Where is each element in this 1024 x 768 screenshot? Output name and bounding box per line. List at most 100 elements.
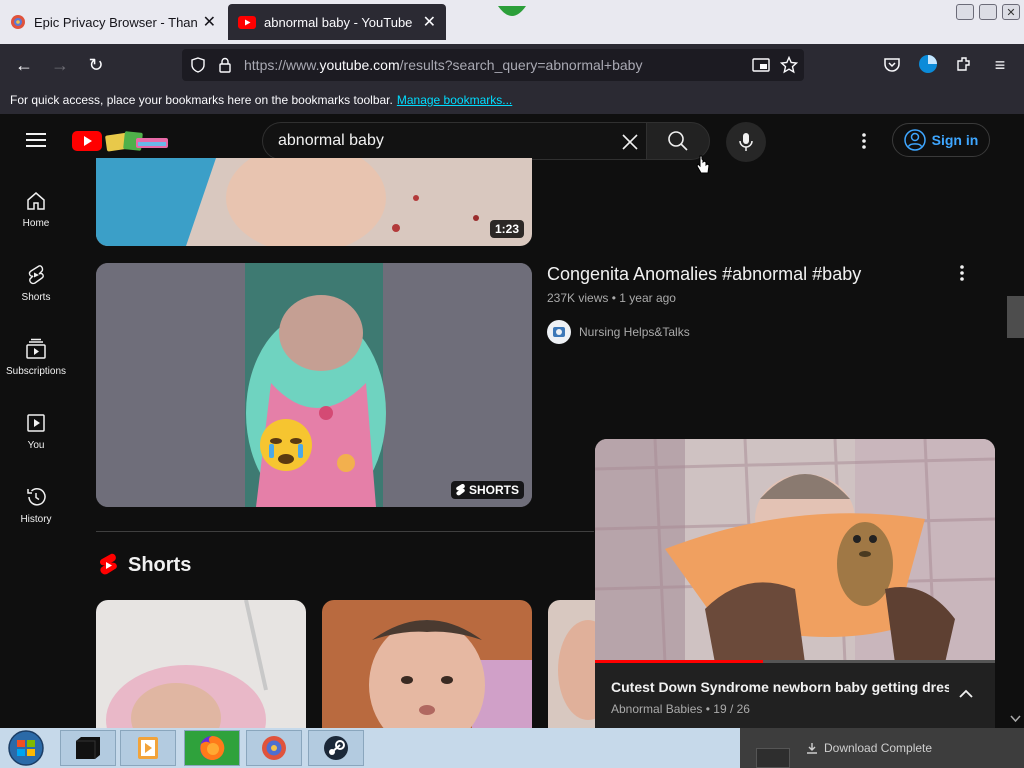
tab-epic-privacy[interactable]: Epic Privacy Browser - Thank Yo ✕ [0, 4, 226, 40]
more-options-icon[interactable] [862, 133, 866, 149]
thumbnail-image [96, 263, 532, 507]
sign-in-button[interactable]: Sign in [892, 123, 990, 157]
chevron-up-icon[interactable] [959, 689, 973, 699]
shield-icon[interactable] [190, 57, 206, 73]
channel-name: Nursing Helps&Talks [579, 325, 690, 339]
browser-toolbar: ← → ↻ https://www.youtube.com/results?se… [0, 44, 1024, 86]
home-icon [27, 192, 45, 210]
sidebar-item-label: History [20, 514, 52, 525]
star-icon[interactable] [780, 56, 798, 74]
shorts-badge: SHORTS [450, 481, 524, 499]
tab-youtube[interactable]: abnormal baby - YouTube ✕ [228, 4, 446, 40]
sidebar-item-shorts[interactable]: Shorts [0, 264, 72, 303]
thumbnail-image [96, 600, 306, 728]
avatar [547, 320, 571, 344]
thumbnail-image [96, 158, 532, 246]
sidebar-item-label: Shorts [21, 292, 51, 303]
steam-icon [324, 736, 348, 760]
shorts-icon [28, 265, 44, 285]
mouse-cursor-icon [696, 155, 710, 174]
thumbnail-image [548, 600, 595, 728]
firefox-icon [200, 735, 225, 760]
shorts-logo-icon [99, 553, 117, 575]
video-meta: 237K views • 1 year ago [547, 291, 676, 305]
taskbar-app-epic-browser[interactable] [246, 730, 302, 766]
hamburger-icon[interactable] [26, 132, 46, 148]
taskbar-app-terminal[interactable] [60, 730, 116, 766]
youtube-logo[interactable] [72, 128, 172, 154]
history-icon [27, 488, 46, 506]
user-circle-icon [903, 129, 926, 151]
video-title[interactable]: Congenita Anomalies #abnormal #baby [547, 264, 861, 285]
pocket-icon[interactable] [883, 56, 901, 74]
mini-player-title[interactable]: Cutest Down Syndrome newborn baby gettin… [611, 679, 949, 695]
taskbar-app-steam[interactable] [308, 730, 364, 766]
short-thumbnail[interactable] [548, 600, 595, 728]
bookmarks-toolbar: For quick access, place your bookmarks h… [0, 86, 1024, 114]
mini-player-progress[interactable] [595, 660, 995, 663]
shorts-badge-label: SHORTS [468, 483, 519, 497]
video-more-options-icon[interactable] [960, 265, 964, 281]
thumbnail-image [322, 600, 532, 728]
shorts-icon [456, 484, 465, 496]
subscriptions-icon [26, 338, 46, 359]
video-thumbnail[interactable]: 1:23 [96, 158, 532, 246]
reload-icon[interactable]: ↻ [81, 44, 111, 86]
page-scrollbar[interactable] [1007, 170, 1024, 728]
menu-icon[interactable]: ≡ [985, 44, 1015, 86]
sidebar-item-history[interactable]: History [0, 486, 72, 525]
mini-player-position: 19 / 26 [713, 702, 750, 716]
close-window-button[interactable]: ✕ [1002, 4, 1020, 20]
epic-browser-icon [262, 736, 286, 760]
mini-player-channel: Abnormal Babies [611, 702, 703, 716]
clear-search-icon[interactable] [621, 133, 639, 151]
forward-arrow-icon[interactable]: → [45, 44, 75, 86]
sidebar-item-you[interactable]: You [0, 412, 72, 451]
sidebar-item-subscriptions[interactable]: Subscriptions [0, 338, 72, 377]
microphone-icon [739, 133, 753, 151]
youtube-icon [238, 15, 256, 29]
shorts-section-heading: Shorts [98, 553, 191, 577]
channel-link[interactable]: Nursing Helps&Talks [547, 320, 690, 344]
search-icon [668, 131, 688, 151]
mini-player-video[interactable] [595, 439, 995, 663]
shorts-heading-text: Shorts [128, 553, 192, 576]
start-button[interactable] [6, 730, 46, 766]
search-input[interactable]: abnormal baby [262, 122, 646, 160]
tab-title: abnormal baby - YouTube [264, 14, 413, 30]
extensions-icon[interactable] [955, 55, 973, 73]
download-status: Download Complete [824, 741, 933, 755]
search-value: abnormal baby [278, 132, 384, 149]
close-icon[interactable]: ✕ [423, 12, 436, 32]
terminal-icon [76, 737, 100, 759]
tab-title: Epic Privacy Browser - Thank Yo [34, 14, 197, 30]
back-arrow-icon[interactable]: ← [9, 44, 39, 86]
mini-player[interactable]: Cutest Down Syndrome newborn baby gettin… [595, 439, 995, 728]
sign-in-label: Sign in [931, 132, 979, 148]
taskbar-app-firefox[interactable] [184, 730, 240, 766]
sidebar-item-label: You [27, 440, 45, 451]
scrollbar-thumb[interactable] [1007, 296, 1024, 338]
video-thumbnail[interactable]: SHORTS [96, 263, 532, 507]
upload-age: 1 year ago [619, 291, 676, 305]
url-bar[interactable]: https://www.youtube.com/results?search_q… [182, 49, 804, 81]
lock-icon[interactable] [218, 57, 232, 73]
maximize-button[interactable] [979, 4, 997, 20]
taskbar-app-media-player[interactable] [120, 730, 176, 766]
short-thumbnail[interactable] [96, 600, 306, 728]
scroll-down-arrow-icon[interactable] [1010, 715, 1021, 723]
sidebar-item-home[interactable]: Home [0, 190, 72, 229]
extension-badge-icon [498, 6, 526, 16]
manage-bookmarks-link[interactable]: Manage bookmarks... [397, 93, 512, 107]
browser-tab-bar: Epic Privacy Browser - Thank Yo ✕ abnorm… [0, 0, 1024, 44]
voice-search-button[interactable] [726, 122, 766, 162]
mini-player-progress-fill [595, 660, 763, 663]
sidebar-item-label: Subscriptions [5, 366, 67, 377]
picture-in-picture-icon[interactable] [752, 57, 770, 73]
media-player-icon [138, 737, 158, 759]
close-icon[interactable]: ✕ [203, 12, 216, 32]
bookmarks-hint: For quick access, place your bookmarks h… [10, 93, 393, 107]
short-thumbnail[interactable] [322, 600, 532, 728]
account-icon[interactable] [918, 54, 938, 74]
minimize-button[interactable] [956, 4, 974, 20]
